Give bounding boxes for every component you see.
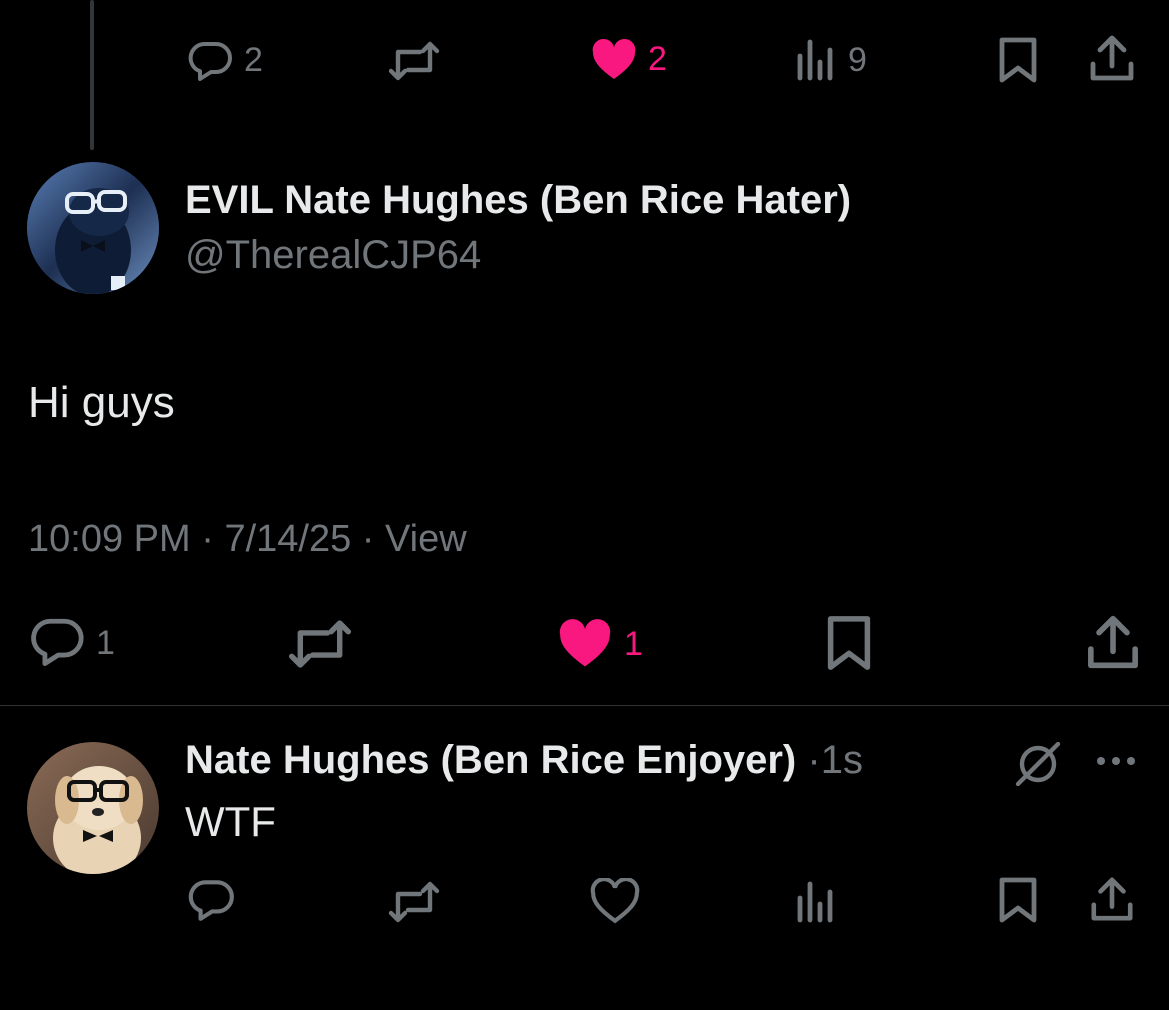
more-icon [1094, 755, 1138, 772]
views-icon [796, 880, 838, 924]
retweet-button[interactable] [388, 38, 440, 84]
display-name[interactable]: Nate Hughes (Ben Rice Enjoyer) [185, 738, 796, 782]
tweet-date[interactable]: 7/14/25 [224, 518, 351, 560]
retweet-icon [288, 618, 352, 670]
tweet-text: WTF [185, 798, 276, 845]
share-icon [1086, 614, 1140, 670]
like-icon [590, 878, 640, 924]
like-button[interactable]: 2 [590, 36, 667, 82]
reply-count: 2 [244, 40, 263, 79]
share-icon [1089, 34, 1135, 82]
tweet-age[interactable]: 1s [821, 738, 863, 782]
separator-dot: · [201, 518, 214, 560]
divider [0, 705, 1169, 706]
tweet-header: Nate Hughes (Ben Rice Enjoyer) ·1s [185, 738, 863, 783]
reply-icon [186, 876, 236, 924]
share-button[interactable] [1089, 876, 1135, 922]
tweet-text: Hi guys [28, 378, 175, 427]
views-icon [796, 38, 838, 82]
retweet-icon [388, 880, 440, 924]
grok-icon [1014, 741, 1062, 790]
like-icon [556, 618, 614, 670]
share-button[interactable] [1086, 614, 1140, 670]
like-count: 1 [624, 624, 643, 663]
share-button[interactable] [1089, 34, 1135, 82]
retweet-icon [388, 38, 440, 84]
bookmark-icon [998, 36, 1038, 84]
display-name[interactable]: EVIL Nate Hughes (Ben Rice Hater) [185, 178, 851, 223]
like-button[interactable]: 1 [556, 618, 643, 670]
tweet-timestamp: 10:09 PM · 7/14/25 · View [28, 518, 467, 561]
view-link[interactable]: View [385, 518, 467, 560]
reply-button[interactable]: 1 [28, 616, 115, 670]
retweet-button[interactable] [288, 618, 352, 670]
reply-button[interactable] [186, 876, 236, 924]
retweet-button[interactable] [388, 880, 440, 924]
bookmark-icon [998, 876, 1038, 924]
bookmark-button[interactable] [998, 36, 1038, 84]
views-count: 9 [848, 40, 867, 79]
bookmark-button[interactable] [826, 614, 872, 672]
more-button[interactable] [1094, 754, 1138, 773]
separator-dot: · [807, 738, 821, 782]
reply-count: 1 [96, 623, 115, 662]
bookmark-icon [826, 614, 872, 672]
reply-icon [28, 616, 86, 670]
avatar[interactable] [27, 742, 159, 874]
like-button[interactable] [590, 878, 640, 924]
reply-button[interactable]: 2 [186, 36, 263, 84]
tweet-time[interactable]: 10:09 PM [28, 518, 191, 560]
bookmark-button[interactable] [998, 876, 1038, 924]
like-icon [590, 36, 638, 82]
views-button[interactable] [796, 880, 838, 924]
reply-icon [186, 36, 234, 84]
views-button[interactable]: 9 [796, 38, 867, 82]
separator-dot: · [361, 518, 375, 560]
grok-button[interactable] [1014, 741, 1062, 791]
like-count: 2 [648, 39, 667, 78]
avatar[interactable] [27, 162, 159, 294]
handle[interactable]: @TherealCJP64 [185, 233, 481, 278]
share-icon [1089, 876, 1135, 922]
thread-line [90, 0, 94, 150]
